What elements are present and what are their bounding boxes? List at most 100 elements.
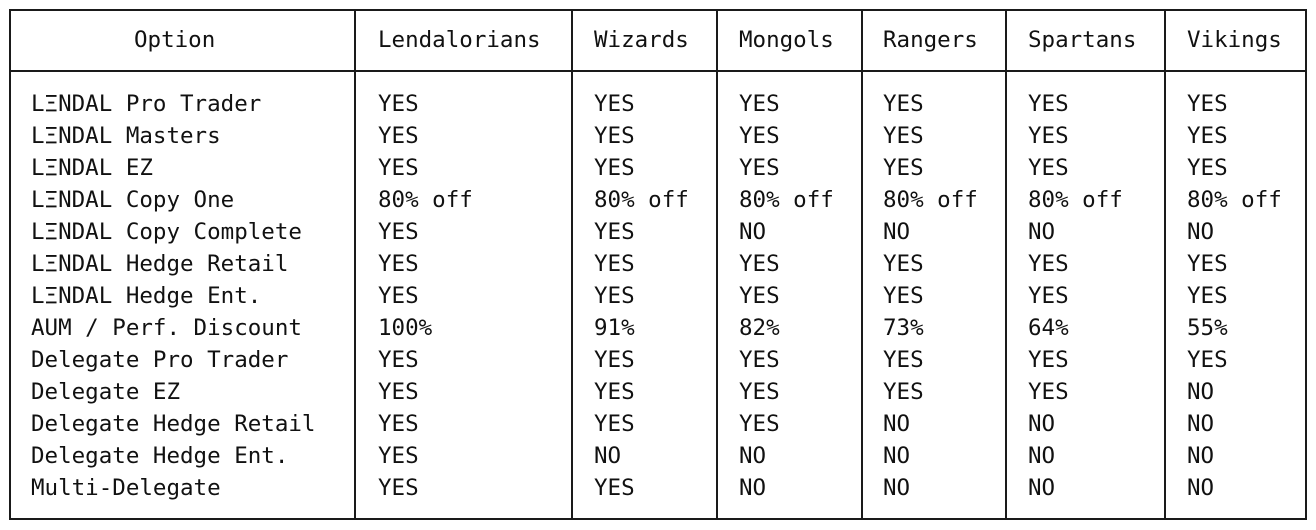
cell-rangers: YES bbox=[883, 91, 924, 117]
cell-rangers: NO bbox=[883, 443, 911, 469]
comparison-table: Option Lendalorians Wizards Mongols Rang… bbox=[0, 0, 1316, 530]
cell-mongols: 82% bbox=[739, 315, 780, 341]
cell-wizards: 91% bbox=[594, 315, 635, 341]
table-bottom-border bbox=[9, 518, 1307, 520]
cell-rangers: YES bbox=[883, 347, 924, 373]
cell-rangers: YES bbox=[883, 283, 924, 309]
header-mongols: Mongols bbox=[739, 27, 834, 53]
cell-vikings: YES bbox=[1187, 251, 1228, 277]
cell-lendalorians: YES bbox=[378, 411, 419, 437]
header-lendalorians: Lendalorians bbox=[378, 27, 541, 53]
cell-wizards: YES bbox=[594, 283, 635, 309]
cell-vikings: NO bbox=[1187, 443, 1215, 469]
cell-lendalorians: YES bbox=[378, 155, 419, 181]
column-divider bbox=[1305, 10, 1307, 520]
cell-option: LΞNDAL EZ bbox=[31, 155, 153, 181]
cell-vikings: YES bbox=[1187, 123, 1228, 149]
cell-mongols: YES bbox=[739, 411, 780, 437]
cell-spartans: 80% off bbox=[1028, 187, 1123, 213]
cell-lendalorians: 80% off bbox=[378, 187, 473, 213]
cell-vikings: YES bbox=[1187, 283, 1228, 309]
cell-spartans: NO bbox=[1028, 443, 1056, 469]
cell-rangers: YES bbox=[883, 123, 924, 149]
cell-mongols: NO bbox=[739, 219, 767, 245]
cell-vikings: 55% bbox=[1187, 315, 1228, 341]
column-divider bbox=[861, 10, 863, 520]
header-spartans: Spartans bbox=[1028, 27, 1137, 53]
cell-vikings: NO bbox=[1187, 219, 1215, 245]
cell-lendalorians: YES bbox=[378, 347, 419, 373]
cell-wizards: YES bbox=[594, 219, 635, 245]
cell-wizards: YES bbox=[594, 91, 635, 117]
cell-lendalorians: YES bbox=[378, 379, 419, 405]
header-vikings: Vikings bbox=[1187, 27, 1282, 53]
cell-lendalorians: YES bbox=[378, 443, 419, 469]
cell-rangers: 73% bbox=[883, 315, 924, 341]
cell-spartans: YES bbox=[1028, 347, 1069, 373]
cell-spartans: YES bbox=[1028, 251, 1069, 277]
cell-spartans: NO bbox=[1028, 219, 1056, 245]
cell-spartans: YES bbox=[1028, 91, 1069, 117]
cell-option: AUM / Perf. Discount bbox=[31, 315, 302, 341]
cell-mongols: YES bbox=[739, 379, 780, 405]
cell-option: Delegate Pro Trader bbox=[31, 347, 289, 373]
cell-wizards: YES bbox=[594, 123, 635, 149]
cell-lendalorians: YES bbox=[378, 91, 419, 117]
cell-spartans: YES bbox=[1028, 283, 1069, 309]
cell-rangers: YES bbox=[883, 251, 924, 277]
cell-mongols: YES bbox=[739, 155, 780, 181]
cell-spartans: YES bbox=[1028, 123, 1069, 149]
cell-wizards: YES bbox=[594, 251, 635, 277]
cell-spartans: NO bbox=[1028, 411, 1056, 437]
cell-wizards: YES bbox=[594, 411, 635, 437]
cell-option: Delegate Hedge Ent. bbox=[31, 443, 289, 469]
cell-mongols: YES bbox=[739, 123, 780, 149]
column-divider bbox=[9, 10, 11, 520]
cell-mongols: NO bbox=[739, 443, 767, 469]
cell-option: LΞNDAL Hedge Retail bbox=[31, 251, 289, 277]
cell-vikings: YES bbox=[1187, 155, 1228, 181]
cell-lendalorians: YES bbox=[378, 219, 419, 245]
cell-option: LΞNDAL Copy One bbox=[31, 187, 235, 213]
column-divider bbox=[571, 10, 573, 520]
cell-mongols: 80% off bbox=[739, 187, 834, 213]
cell-spartans: NO bbox=[1028, 475, 1056, 501]
cell-wizards: YES bbox=[594, 155, 635, 181]
cell-wizards: YES bbox=[594, 347, 635, 373]
cell-rangers: YES bbox=[883, 155, 924, 181]
cell-mongols: NO bbox=[739, 475, 767, 501]
column-divider bbox=[1005, 10, 1007, 520]
cell-rangers: NO bbox=[883, 475, 911, 501]
cell-vikings: NO bbox=[1187, 379, 1215, 405]
header-separator bbox=[9, 70, 1307, 72]
cell-vikings: NO bbox=[1187, 411, 1215, 437]
header-option: Option bbox=[134, 27, 216, 53]
header-rangers: Rangers bbox=[883, 27, 978, 53]
cell-vikings: NO bbox=[1187, 475, 1215, 501]
cell-option: Delegate EZ bbox=[31, 379, 181, 405]
cell-lendalorians: YES bbox=[378, 475, 419, 501]
cell-option: LΞNDAL Masters bbox=[31, 123, 221, 149]
column-divider bbox=[354, 10, 356, 520]
cell-wizards: YES bbox=[594, 475, 635, 501]
cell-lendalorians: YES bbox=[378, 251, 419, 277]
column-divider bbox=[716, 10, 718, 520]
cell-rangers: NO bbox=[883, 219, 911, 245]
cell-lendalorians: YES bbox=[378, 283, 419, 309]
cell-rangers: YES bbox=[883, 379, 924, 405]
cell-option: LΞNDAL Hedge Ent. bbox=[31, 283, 262, 309]
table-top-border bbox=[9, 9, 1307, 11]
cell-wizards: YES bbox=[594, 379, 635, 405]
cell-vikings: 80% off bbox=[1187, 187, 1282, 213]
cell-vikings: YES bbox=[1187, 347, 1228, 373]
cell-rangers: NO bbox=[883, 411, 911, 437]
cell-option: Multi-Delegate bbox=[31, 475, 221, 501]
column-divider bbox=[1164, 10, 1166, 520]
cell-vikings: YES bbox=[1187, 91, 1228, 117]
cell-mongols: YES bbox=[739, 283, 780, 309]
header-wizards: Wizards bbox=[594, 27, 689, 53]
cell-lendalorians: 100% bbox=[378, 315, 433, 341]
cell-mongols: YES bbox=[739, 251, 780, 277]
cell-wizards: NO bbox=[594, 443, 622, 469]
cell-option: LΞNDAL Pro Trader bbox=[31, 91, 262, 117]
